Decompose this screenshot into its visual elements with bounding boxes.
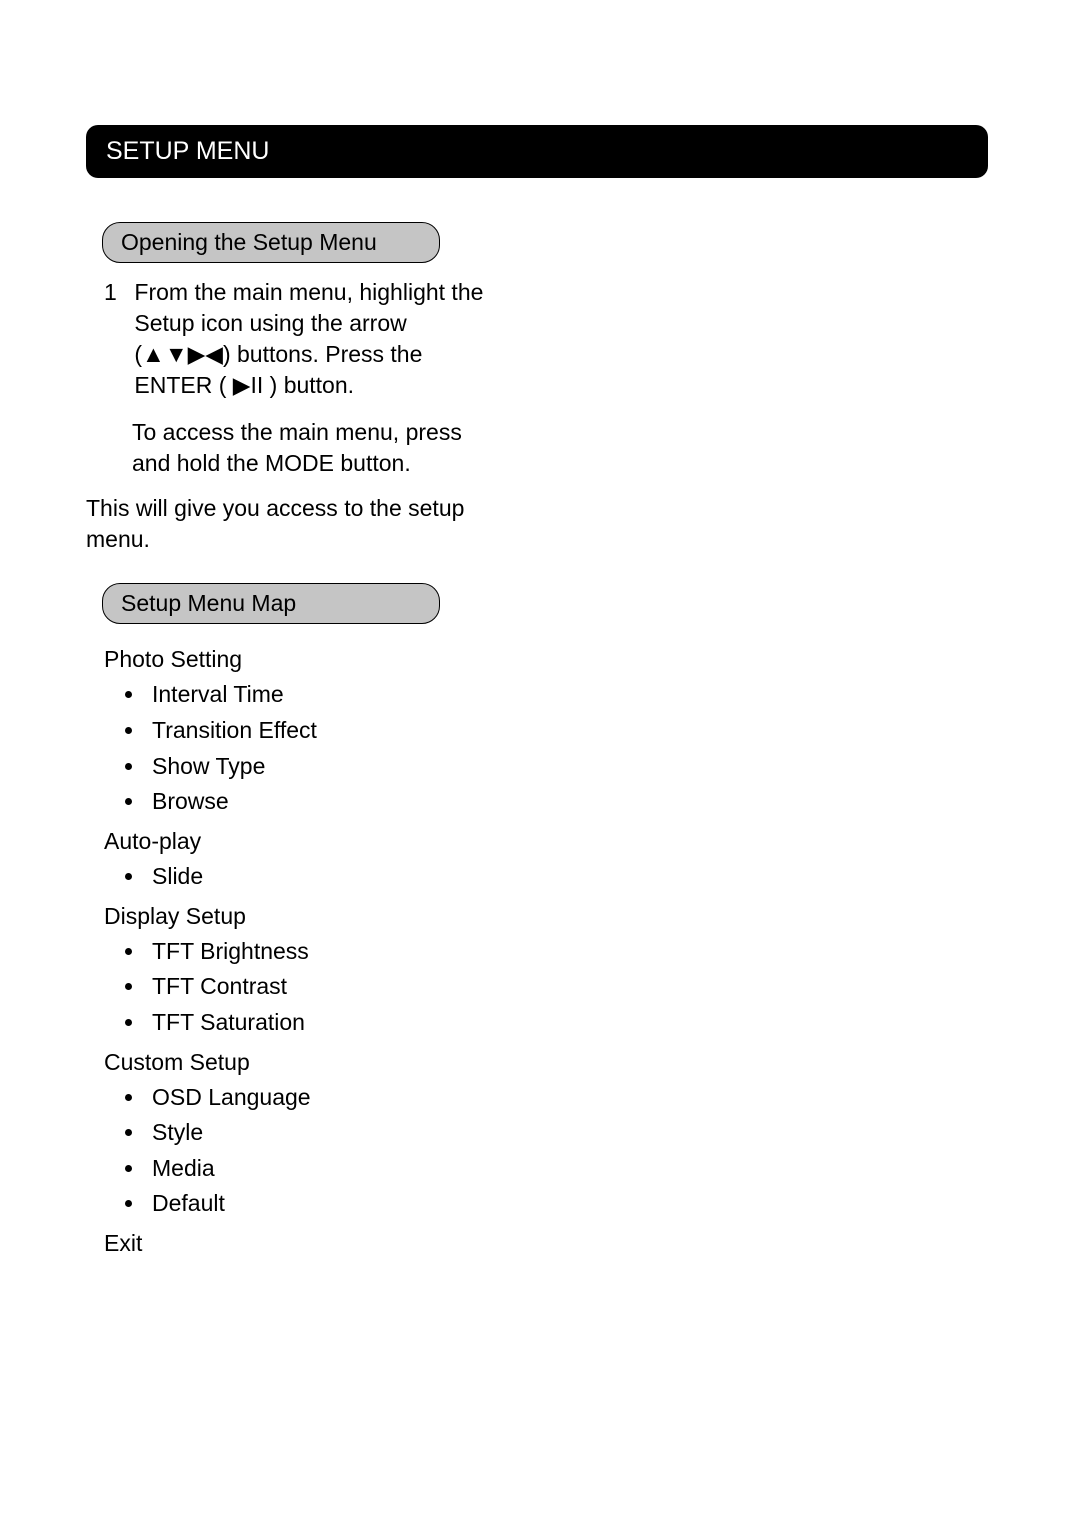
list-item: Transition Effect [146, 713, 988, 749]
subsection-opening-setup-menu: Opening the Setup Menu [102, 222, 440, 263]
section-header: SETUP MENU [86, 125, 988, 178]
list-item: Browse [146, 784, 988, 820]
category-display-setup: Display Setup [104, 903, 988, 930]
category-photo-setting: Photo Setting [104, 646, 988, 673]
photo-setting-list: Interval Time Transition Effect Show Typ… [86, 677, 988, 820]
list-item: Default [146, 1186, 988, 1222]
list-item: Slide [146, 859, 988, 895]
list-item: Style [146, 1115, 988, 1151]
list-item: TFT Brightness [146, 934, 988, 970]
list-item: Media [146, 1151, 988, 1187]
auto-play-list: Slide [86, 859, 988, 895]
list-item: TFT Contrast [146, 969, 988, 1005]
step-subtext: To access the main menu, press and hold … [132, 417, 482, 479]
list-item: Show Type [146, 749, 988, 785]
category-exit: Exit [104, 1230, 988, 1257]
step-number: 1 [104, 277, 122, 308]
list-item: Interval Time [146, 677, 988, 713]
custom-setup-list: OSD Language Style Media Default [86, 1080, 988, 1223]
step-1: 1 From the main menu, highlight the Setu… [104, 277, 494, 401]
category-custom-setup: Custom Setup [104, 1049, 988, 1076]
subsection-setup-menu-map: Setup Menu Map [102, 583, 440, 624]
category-auto-play: Auto-play [104, 828, 988, 855]
display-setup-list: TFT Brightness TFT Contrast TFT Saturati… [86, 934, 988, 1041]
step-text: From the main menu, highlight the Setup … [134, 277, 484, 401]
list-item: OSD Language [146, 1080, 988, 1116]
paragraph-access: This will give you access to the setup m… [86, 493, 476, 555]
list-item: TFT Saturation [146, 1005, 988, 1041]
